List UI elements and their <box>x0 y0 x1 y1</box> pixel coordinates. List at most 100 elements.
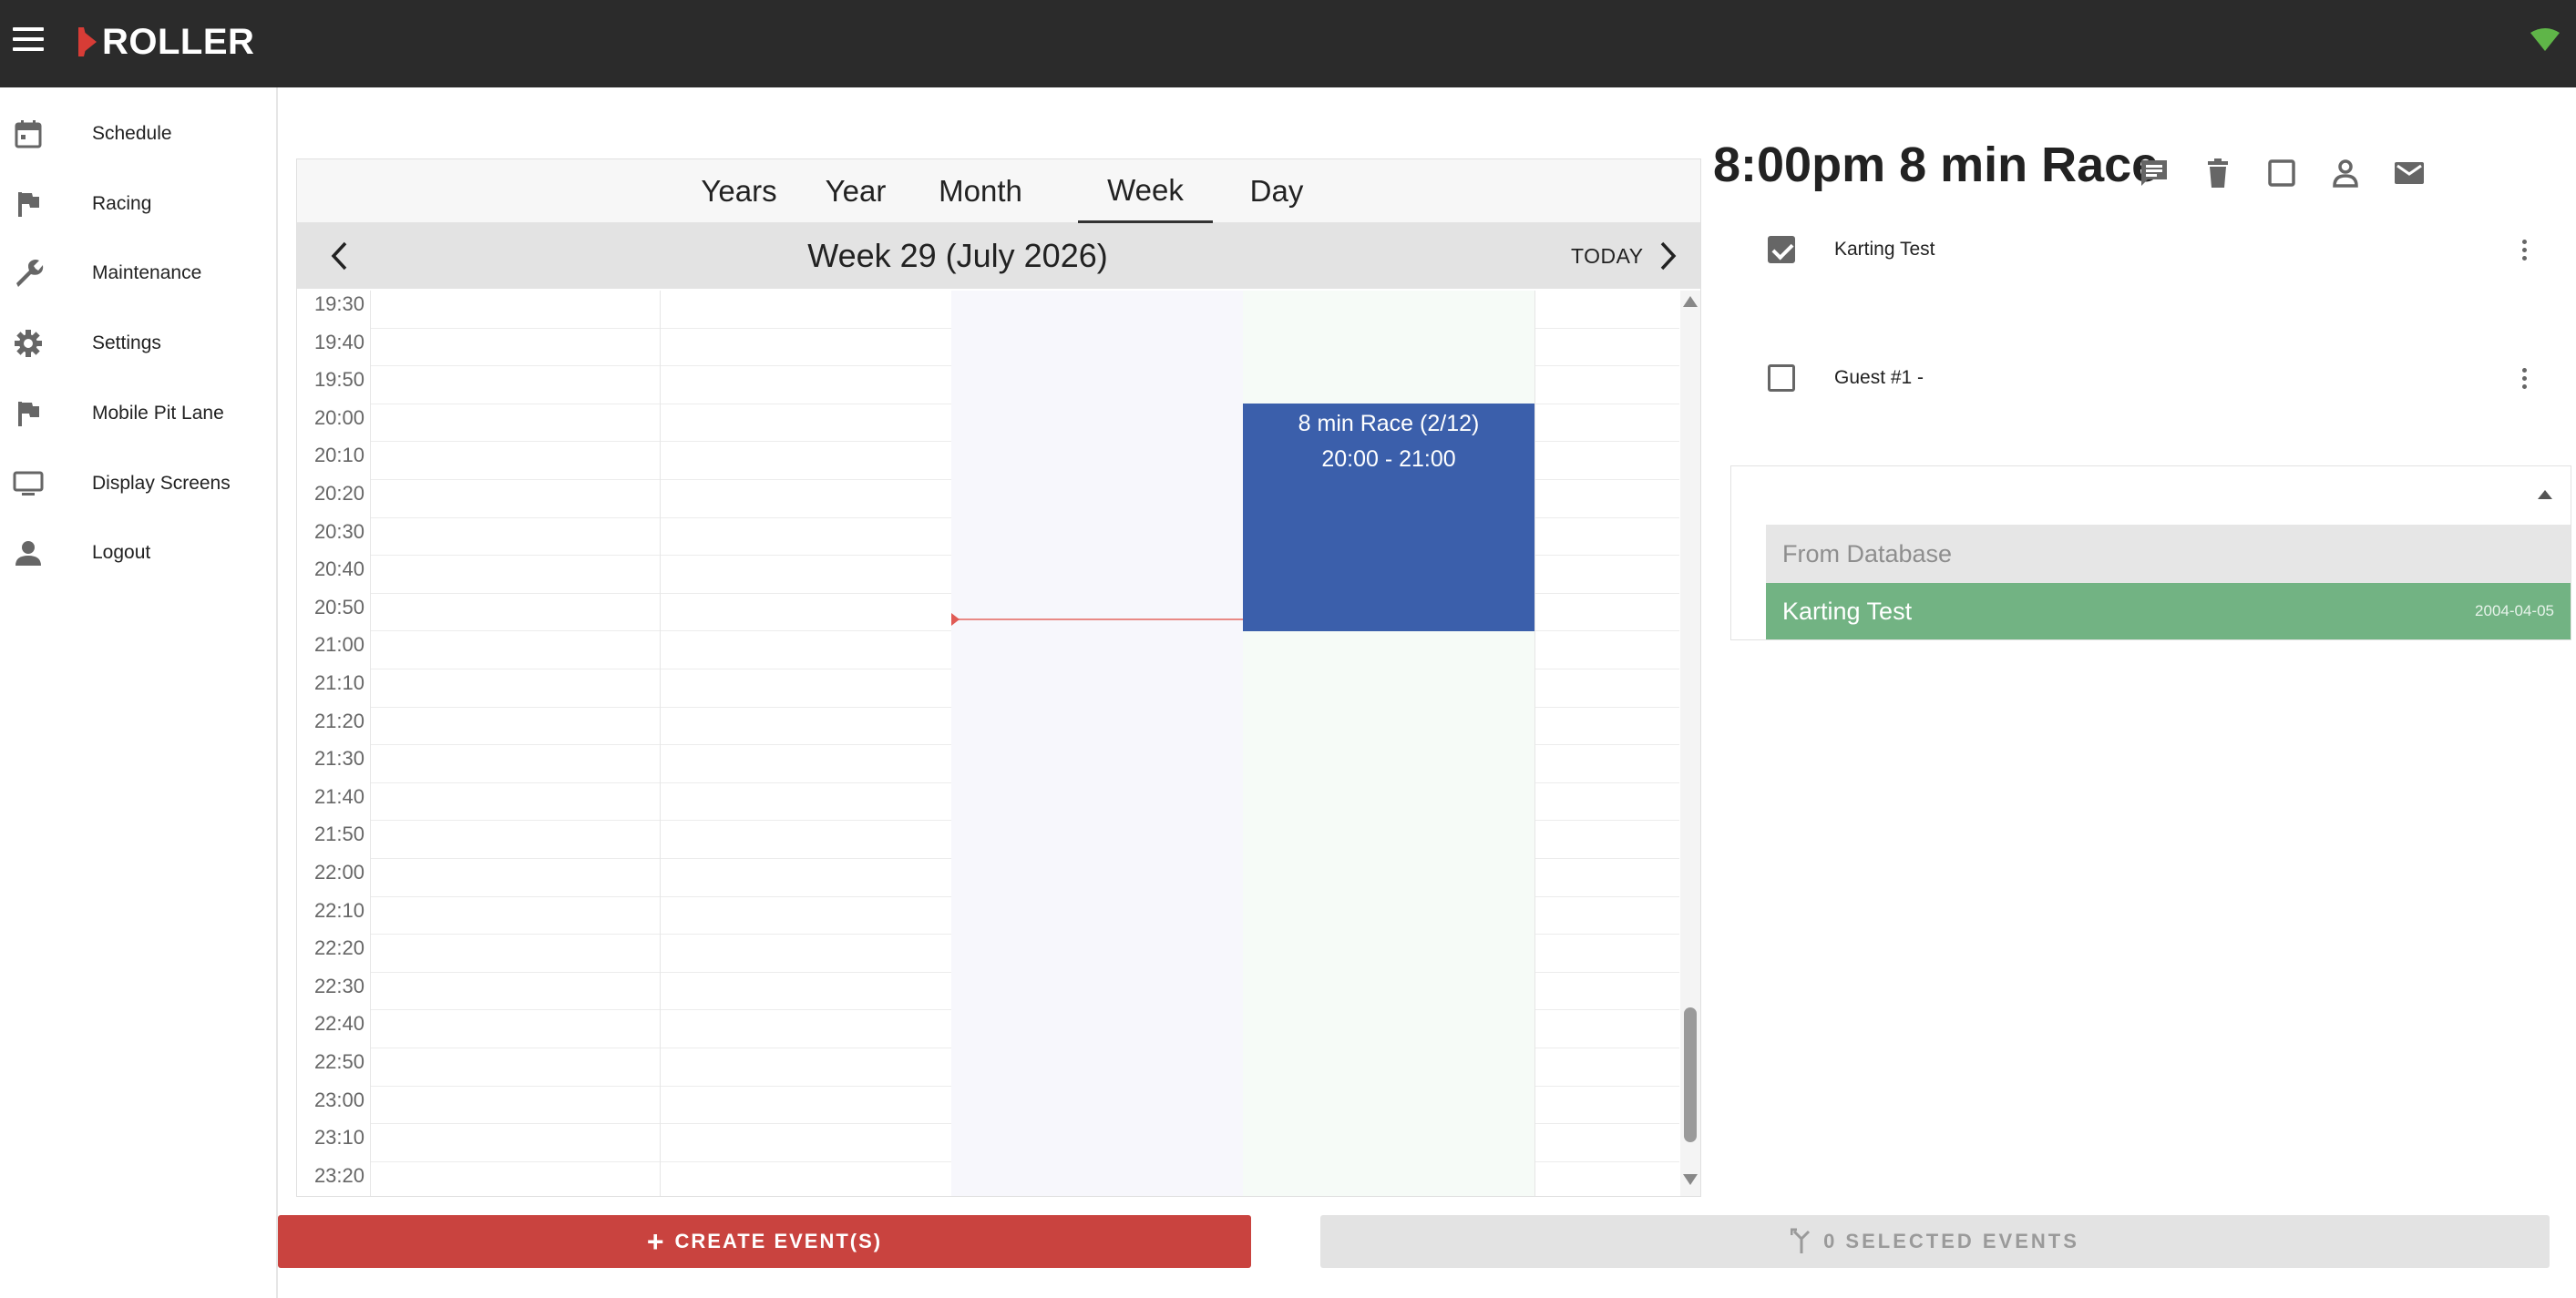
sidebar-item-schedule[interactable]: Schedule <box>0 107 278 161</box>
time-label: 19:40 <box>313 330 364 353</box>
checkbox-icon[interactable] <box>2262 153 2302 193</box>
day-divider <box>1534 291 1535 1196</box>
time-label: 19:30 <box>313 292 364 315</box>
selected-events-button[interactable]: 0 SELECTED EVENTS <box>1320 1215 2550 1268</box>
time-label: 21:20 <box>313 709 364 732</box>
sidebar-item-label: Mobile Pit Lane <box>92 403 224 424</box>
time-label: 22:40 <box>313 1012 364 1036</box>
today-button[interactable]: TODAY <box>1571 223 1644 289</box>
time-label: 22:30 <box>313 974 364 997</box>
tab-year[interactable]: Year <box>815 159 897 223</box>
week-grid[interactable]: 19:30 19:40 19:50 20:00 20:10 20:20 20:30 20:40… <box>297 291 1679 1196</box>
event-detail-title: 8:00pm 8 min Race <box>1713 138 2160 192</box>
sidebar-item-maintenance[interactable]: Maintenance <box>0 246 278 301</box>
scroll-thumb[interactable] <box>1684 1007 1697 1142</box>
time-label: 21:40 <box>313 784 364 808</box>
current-time-marker <box>951 613 960 626</box>
time-label: 22:10 <box>313 898 364 922</box>
monitor-icon <box>13 468 44 499</box>
participant-checkbox[interactable] <box>1768 236 1795 263</box>
merge-icon <box>1791 1228 1811 1253</box>
sidebar-item-label: Logout <box>92 542 151 563</box>
mail-icon[interactable] <box>2389 153 2429 193</box>
event-title: 8 min Race (2/12) <box>1298 411 1480 436</box>
view-tabs: Years Year Month Week Day <box>297 159 1700 223</box>
wrench-icon <box>13 258 44 289</box>
tab-month[interactable]: Month <box>926 159 1035 223</box>
time-label: 20:00 <box>313 405 364 429</box>
create-events-label: CREATE EVENT(S) <box>674 1230 883 1252</box>
time-label: 22:00 <box>313 861 364 884</box>
delete-icon[interactable] <box>2198 153 2238 193</box>
participant-name: Karting Test <box>1834 239 1935 260</box>
create-events-button[interactable]: + CREATE EVENT(S) <box>278 1215 1251 1268</box>
time-label: 21:10 <box>313 671 364 694</box>
person-icon <box>13 537 44 568</box>
time-label: 22:20 <box>313 936 364 960</box>
time-label: 21:00 <box>313 633 364 657</box>
time-label: 20:50 <box>313 595 364 618</box>
current-time-line <box>953 618 1245 620</box>
top-bar: ROLLER <box>0 0 2576 87</box>
wifi-icon <box>2530 28 2560 51</box>
time-label: 19:50 <box>313 368 364 392</box>
scroll-down-icon[interactable] <box>1683 1174 1698 1185</box>
time-label: 23:10 <box>313 1126 364 1150</box>
tab-day[interactable]: Day <box>1236 159 1318 223</box>
caret-up-icon[interactable] <box>2538 490 2552 499</box>
time-label: 20:30 <box>313 519 364 543</box>
sidebar-item-racing[interactable]: Racing <box>0 177 278 231</box>
week-title: Week 29 (July 2026) <box>807 237 1108 274</box>
menu-icon[interactable] <box>13 27 44 55</box>
sidebar: Schedule Racing Maintenance Settings Mob… <box>0 87 278 1298</box>
flag-icon <box>13 398 44 429</box>
chevron-right-icon[interactable] <box>1650 240 1683 272</box>
sidebar-item-label: Schedule <box>92 123 172 144</box>
tab-week[interactable]: Week <box>1078 159 1213 223</box>
event-time: 20:00 - 21:00 <box>1321 446 1456 472</box>
calendar-icon <box>13 118 44 149</box>
option-name: Karting Test <box>1782 597 1913 625</box>
participant-name: Guest #1 - <box>1834 367 1924 388</box>
participant-search-input[interactable] <box>1731 466 2571 525</box>
dropdown-option[interactable]: Karting Test 2004-04-05 <box>1766 583 2571 639</box>
flag-icon <box>13 189 44 220</box>
selected-events-label: 0 SELECTED EVENTS <box>1823 1230 2079 1252</box>
event-actions <box>2134 153 2453 193</box>
day-divider <box>660 291 661 1196</box>
more-vert-icon[interactable] <box>2515 231 2533 268</box>
calendar: Years Year Month Week Day Week 29 (July … <box>296 158 1701 1197</box>
sidebar-item-mobile-pit-lane[interactable]: Mobile Pit Lane <box>0 386 278 441</box>
scroll-up-icon[interactable] <box>1683 296 1698 307</box>
comment-icon[interactable] <box>2134 153 2174 193</box>
sidebar-item-display-screens[interactable]: Display Screens <box>0 456 278 511</box>
day-divider <box>370 291 371 1196</box>
participant-row[interactable]: Guest #1 - <box>1768 355 2533 401</box>
time-label: 23:20 <box>313 1163 364 1187</box>
event-block[interactable]: 8 min Race (2/12) 20:00 - 21:00 <box>1243 404 1534 631</box>
calendar-scrollbar[interactable] <box>1680 291 1700 1196</box>
plus-icon: + <box>646 1224 666 1258</box>
time-label: 21:30 <box>313 747 364 771</box>
time-label: 21:50 <box>313 823 364 846</box>
time-label: 22:50 <box>313 1050 364 1073</box>
more-vert-icon[interactable] <box>2515 360 2533 396</box>
logo-mark-icon <box>78 27 97 56</box>
logo-text: ROLLER <box>102 21 255 62</box>
roller-logo[interactable]: ROLLER <box>78 16 254 67</box>
week-navigation: Week 29 (July 2026) TODAY <box>297 223 1700 289</box>
time-column: 19:30 19:40 19:50 20:00 20:10 20:20 20:30 20:40… <box>297 291 370 1196</box>
sidebar-item-settings[interactable]: Settings <box>0 316 278 371</box>
sidebar-item-label: Display Screens <box>92 473 231 494</box>
participant-row[interactable]: Karting Test <box>1768 227 2533 272</box>
participant-search: From Database Karting Test 2004-04-05 <box>1730 465 2571 640</box>
day-column-today[interactable] <box>951 291 1243 1196</box>
time-label: 20:20 <box>313 482 364 505</box>
participant-checkbox[interactable] <box>1768 364 1795 392</box>
sidebar-item-label: Maintenance <box>92 262 202 283</box>
sidebar-item-logout[interactable]: Logout <box>0 526 278 580</box>
person-icon[interactable] <box>2325 153 2366 193</box>
tab-years[interactable]: Years <box>689 159 789 223</box>
time-label: 23:00 <box>313 1088 364 1111</box>
time-label: 20:10 <box>313 444 364 467</box>
